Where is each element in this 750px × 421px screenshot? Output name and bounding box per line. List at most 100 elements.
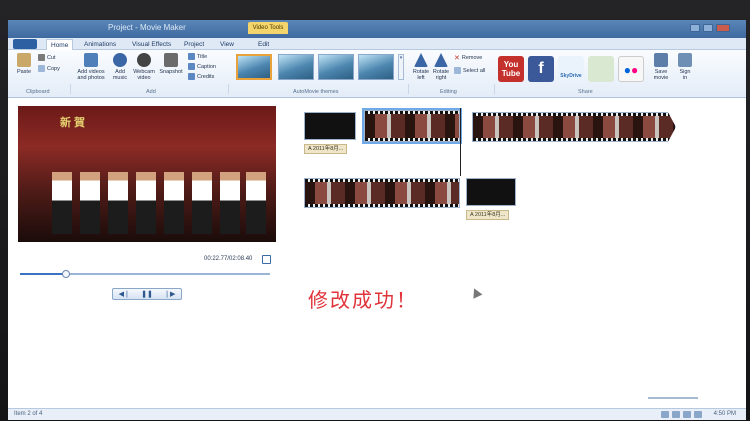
- app-window: Project - Movie Maker Video Tools Home A…: [8, 20, 746, 420]
- clipboard-group-label: Clipboard: [26, 89, 50, 95]
- tray-icon[interactable]: [672, 411, 680, 418]
- playhead[interactable]: [460, 108, 461, 176]
- remove-button[interactable]: ✕ Remove: [454, 54, 482, 62]
- success-message: 修改成功！: [308, 288, 418, 312]
- preview-monitor[interactable]: 新 賀: [18, 106, 276, 242]
- choir-member: [136, 172, 156, 234]
- youtube-label-2: Tube: [501, 69, 521, 78]
- add-music-button[interactable]: Add music: [110, 53, 130, 81]
- close-icon[interactable]: [716, 24, 730, 32]
- paste-label: Paste: [16, 69, 32, 75]
- skydrive-icon[interactable]: SkyDrive: [558, 56, 584, 82]
- credits-label: Credits: [197, 73, 215, 80]
- divider: [408, 84, 409, 94]
- next-frame-icon[interactable]: ❘▶: [164, 290, 175, 298]
- paste-button[interactable]: Paste: [14, 53, 34, 75]
- video-frame: 新 賀: [18, 106, 276, 242]
- tray-icon[interactable]: [683, 411, 691, 418]
- tray-icon[interactable]: [694, 411, 702, 418]
- zoom-slider[interactable]: [648, 397, 698, 399]
- pause-icon[interactable]: ❚❚: [141, 290, 153, 298]
- remove-label: Remove: [461, 55, 483, 61]
- youtube-icon[interactable]: You Tube: [498, 56, 524, 82]
- webcam-icon: [137, 53, 151, 67]
- automovie-theme-1[interactable]: [236, 54, 272, 80]
- film-sprockets: [365, 138, 459, 141]
- sign-in-label-2: in: [682, 75, 688, 81]
- title-clip[interactable]: [304, 112, 356, 140]
- sign-in-button[interactable]: Sign in: [676, 53, 694, 81]
- copy-button[interactable]: Copy: [38, 65, 60, 72]
- automovie-theme-4[interactable]: [358, 54, 394, 80]
- snapshot-button[interactable]: Snapshot: [158, 53, 184, 75]
- system-tray: [661, 411, 702, 418]
- caption-label: Caption: [197, 63, 216, 70]
- flickr-icon[interactable]: ●●: [618, 56, 644, 82]
- scissors-icon: [38, 54, 45, 61]
- video-tools-context-tab[interactable]: Video Tools: [248, 22, 288, 34]
- caption-tag[interactable]: A 2011年8月...: [466, 210, 510, 220]
- automovie-theme-2[interactable]: [278, 54, 314, 80]
- webcam-label-2: video: [137, 75, 151, 81]
- backdrop-text: 新 賀: [60, 117, 86, 129]
- webcam-video-button[interactable]: Webcam video: [132, 53, 156, 81]
- ribbon-tabs: Home Animations Visual Effects Project V…: [8, 38, 746, 50]
- credits-button[interactable]: Credits: [188, 73, 214, 80]
- tab-edit[interactable]: Edit: [254, 39, 273, 50]
- rotate-right-button[interactable]: Rotate right: [432, 53, 450, 81]
- video-clip[interactable]: [472, 112, 676, 142]
- flickr-pink-dot-icon: ●: [631, 63, 639, 77]
- editing-group-label: Editing: [440, 89, 457, 95]
- snapshot-label: Snapshot: [159, 69, 183, 75]
- tab-project[interactable]: Project: [180, 39, 208, 50]
- add-music-label-2: music: [112, 75, 128, 81]
- choir-member: [192, 172, 212, 234]
- cut-button[interactable]: Cut: [38, 54, 56, 61]
- messenger-icon[interactable]: [588, 56, 614, 82]
- credits-icon: [188, 73, 195, 80]
- camera-icon: [164, 53, 178, 67]
- themes-more-arrow-icon[interactable]: ▾: [398, 54, 404, 80]
- ribbon: Paste Cut Copy Clipboard Add videos and …: [8, 50, 746, 98]
- themes-group-label: AutoMovie themes: [293, 89, 339, 95]
- title-button[interactable]: Title: [188, 53, 207, 60]
- save-movie-icon: [654, 53, 668, 67]
- minimize-icon[interactable]: [690, 24, 700, 32]
- share-group-label: Share: [578, 89, 593, 95]
- title-label: Title: [197, 53, 208, 60]
- copy-icon: [38, 65, 45, 72]
- copy-label: Copy: [47, 65, 60, 72]
- select-all-button[interactable]: Select all: [454, 67, 485, 74]
- previous-frame-icon[interactable]: ◀❘: [119, 290, 130, 298]
- save-movie-button[interactable]: Save movie: [650, 53, 672, 81]
- film-icon: [84, 53, 98, 67]
- divider: [70, 84, 71, 94]
- choir-member: [220, 172, 240, 234]
- tab-animations[interactable]: Animations: [80, 39, 120, 50]
- facebook-icon[interactable]: f: [528, 56, 554, 82]
- rotate-left-button[interactable]: Rotate left: [412, 53, 430, 81]
- window-title: Project - Movie Maker: [108, 23, 186, 32]
- paste-icon: [17, 53, 31, 67]
- title-icon: [188, 53, 195, 60]
- fullscreen-icon[interactable]: [262, 255, 271, 264]
- tab-visual-effects[interactable]: Visual Effects: [128, 39, 175, 50]
- add-videos-button[interactable]: Add videos and photos: [74, 53, 108, 81]
- select-all-icon: [454, 67, 461, 74]
- automovie-theme-3[interactable]: [318, 54, 354, 80]
- caption-button[interactable]: Caption: [188, 63, 216, 70]
- video-clip[interactable]: [304, 178, 460, 208]
- tray-icon[interactable]: [661, 411, 669, 418]
- tab-home[interactable]: Home: [46, 39, 74, 50]
- sign-in-icon: [678, 53, 692, 67]
- app-menu-button[interactable]: [13, 39, 37, 49]
- video-clip-selected[interactable]: [362, 108, 462, 144]
- divider: [494, 84, 495, 94]
- tab-view[interactable]: View: [216, 39, 238, 50]
- maximize-icon[interactable]: [703, 24, 713, 32]
- caption-tag[interactable]: A 2011年8月...: [304, 144, 348, 154]
- credits-clip[interactable]: [466, 178, 516, 206]
- seek-thumb[interactable]: [62, 270, 70, 278]
- rotate-right-icon: [434, 53, 448, 67]
- choir-member: [108, 172, 128, 234]
